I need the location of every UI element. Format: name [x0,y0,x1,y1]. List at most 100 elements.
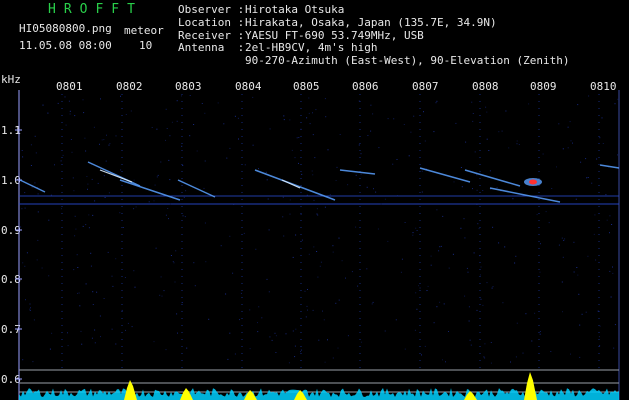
noise-pixel [579,356,581,358]
noise-pixel [300,349,302,351]
noise-pixel [366,186,368,188]
noise-pixel [476,174,478,176]
meteor-trail [19,179,46,193]
noise-pixel [115,135,117,137]
noise-pixel [430,264,432,266]
noise-pixel [551,188,553,189]
noise-pixel [67,332,68,334]
noise-pixel [573,271,575,273]
noise-pixel [448,267,450,269]
noise-pixel [578,293,580,295]
meteor-trail [119,179,181,201]
noise-pixel [292,330,294,332]
noise-pixel [289,199,291,201]
noise-pixel [476,309,478,311]
noise-pixel [387,118,389,120]
noise-pixel [243,232,245,234]
noise-pixel [54,164,55,166]
noise-pixel [536,214,538,216]
noise-pixel [612,266,613,268]
noise-pixel [266,278,268,280]
noise-pixel [258,306,260,308]
noise-pixel [393,118,395,120]
noise-pixel [576,267,578,268]
noise-pixel [194,285,196,287]
noise-pixel [289,213,291,215]
noise-pixel [22,156,24,158]
noise-pixel [373,188,374,190]
noise-pixel [392,163,394,165]
noise-pixel [100,336,101,338]
noise-pixel [580,161,582,163]
noise-pixel [160,161,162,163]
noise-pixel [283,119,285,121]
noise-pixel [482,190,484,191]
noise-pixel [301,239,303,241]
noise-pixel [168,218,169,220]
noise-pixel [357,285,359,287]
noise-pixel [522,352,524,354]
noise-pixel [421,170,423,172]
noise-pixel [313,199,315,201]
noise-pixel [97,182,99,184]
noise-pixel [296,137,298,139]
noise-pixel [81,343,83,345]
noise-pixel [223,123,225,125]
noise-pixel [275,352,277,353]
noise-pixel [438,250,440,252]
noise-pixel [153,341,155,343]
noise-pixel [384,330,386,332]
noise-pixel [606,219,608,221]
noise-pixel [169,135,171,137]
noise-pixel [337,347,339,349]
noise-pixel [36,259,38,261]
noise-pixel [82,99,84,101]
noise-pixel [316,208,318,210]
noise-pixel [306,117,308,119]
noise-pixel [166,128,168,129]
noise-pixel [47,112,49,114]
noise-pixel [416,308,418,310]
noise-pixel [249,348,251,350]
noise-pixel [305,316,307,318]
noise-pixel [87,188,88,190]
noise-pixel [238,138,239,140]
noise-pixel [35,152,37,154]
noise-pixel [516,143,518,145]
noise-pixel [436,100,438,102]
noise-pixel [289,119,291,121]
noise-pixel [112,285,114,287]
noise-pixel [516,140,518,142]
noise-pixel [335,302,337,304]
noise-pixel [282,196,284,198]
noise-pixel [597,310,599,312]
noise-pixel [515,356,517,358]
noise-pixel [172,261,174,263]
noise-pixel [71,151,73,153]
noise-pixel [165,214,167,216]
noise-pixel [460,227,462,229]
noise-pixel [268,229,270,231]
noise-pixel [335,180,337,181]
meteor-trail [464,169,521,187]
noise-pixel [201,103,203,104]
noise-pixel [135,206,137,208]
noise-pixel [586,177,588,179]
noise-pixel [377,228,379,230]
noise-pixel [155,247,157,249]
noise-pixel [33,319,35,321]
noise-pixel [492,286,494,288]
noise-pixel [460,167,462,168]
noise-pixel [42,104,44,106]
noise-pixel [295,234,297,236]
noise-pixel [274,332,276,334]
noise-pixel [427,285,429,287]
noise-pixel [380,203,382,205]
noise-pixel [567,126,569,128]
noise-pixel [486,282,488,284]
noise-pixel [320,261,322,263]
noise-pixel [486,111,488,113]
noise-pixel [501,130,503,132]
noise-pixel [577,274,579,276]
noise-pixel [85,150,87,152]
